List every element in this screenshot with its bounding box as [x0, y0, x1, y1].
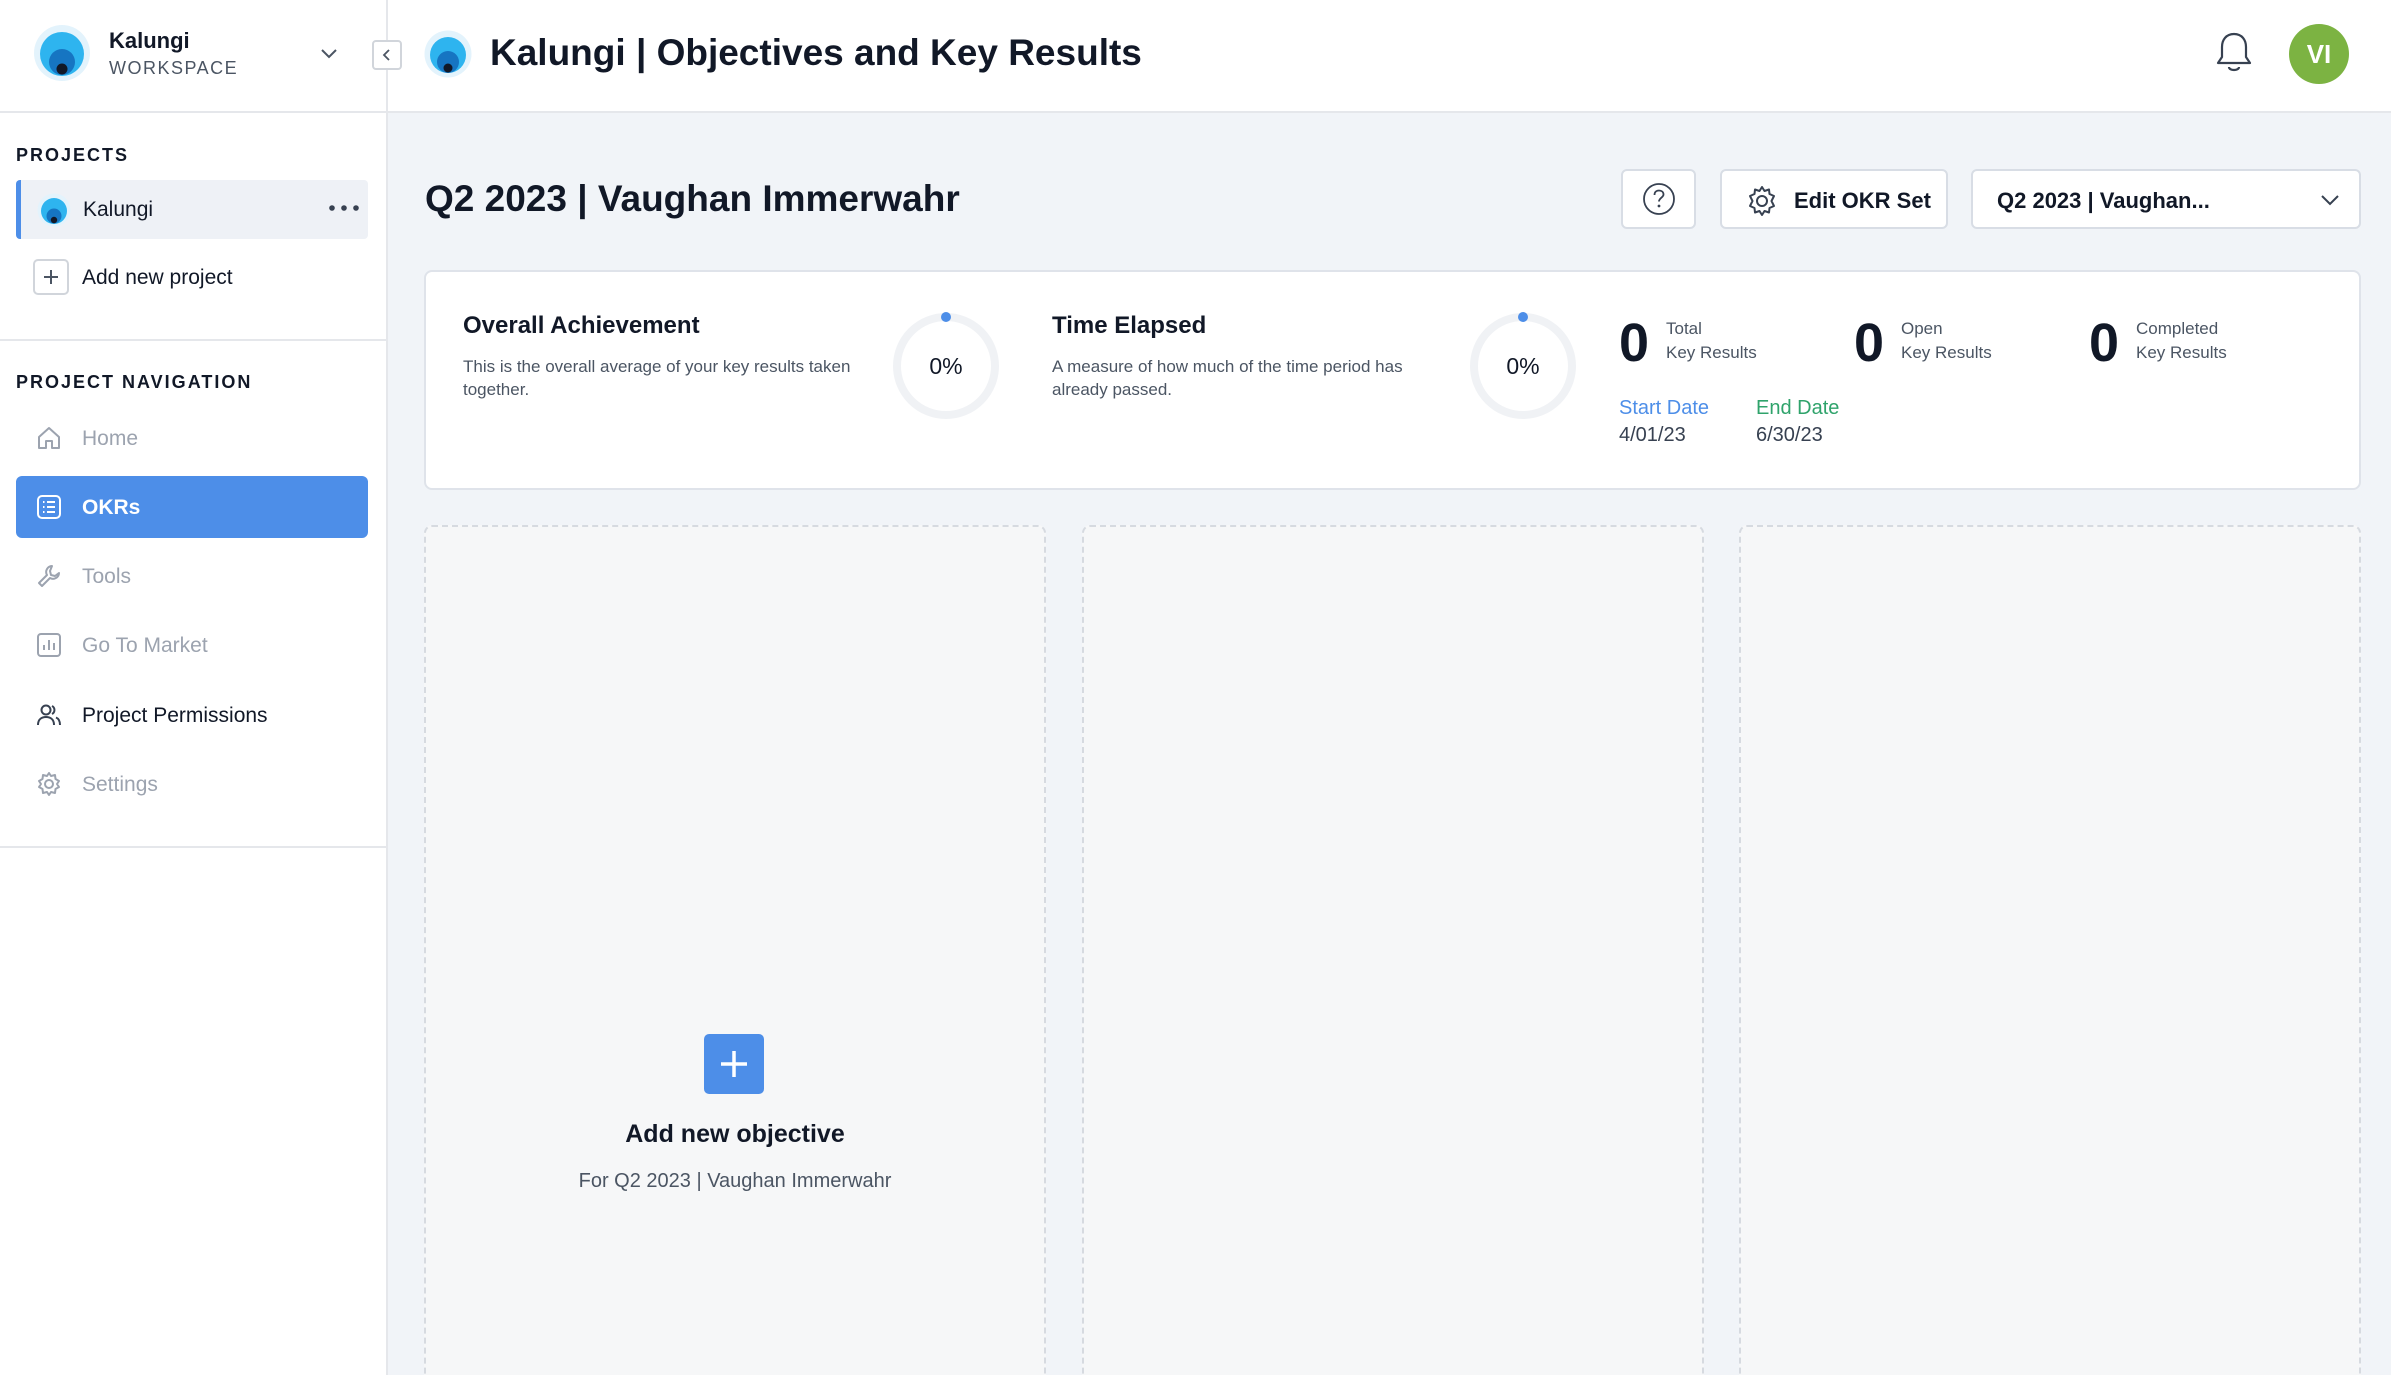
okr-set-heading: Q2 2023 | Vaughan Immerwahr — [425, 178, 960, 219]
nav-label-tools: Tools — [82, 565, 132, 588]
home-icon — [38, 427, 60, 449]
count-label-line2: Key Results — [2136, 343, 2227, 362]
collapse-sidebar-button[interactable] — [372, 40, 402, 70]
time-elapsed-title: Time Elapsed — [1052, 312, 1207, 339]
chevron-down-icon — [2321, 195, 2339, 206]
overall-achievement-desc: This is the overall average of your key … — [463, 357, 851, 399]
nav-label-settings: Settings — [82, 773, 158, 796]
completed-key-results-count: 0 — [2089, 313, 2120, 373]
time-elapsed-value: 0% — [1506, 352, 1540, 379]
sidebar-divider — [0, 339, 386, 341]
end-date-label: End Date — [1756, 397, 1840, 419]
count-label-line1: Total — [1666, 319, 1702, 338]
gear-icon — [1749, 186, 1775, 216]
chevron-left-icon — [382, 49, 390, 61]
bar-chart-icon — [37, 633, 61, 657]
okr-set-select-value: Q2 2023 | Vaughan... — [1997, 188, 2210, 213]
navigation-section-title: PROJECT NAVIGATION — [16, 372, 253, 392]
objective-column-3 — [1739, 525, 2361, 1375]
total-key-results-label: Total Key Results — [1666, 317, 1757, 365]
count-label-line2: Key Results — [1666, 343, 1757, 362]
okr-set-select[interactable]: Q2 2023 | Vaughan... — [1971, 169, 2361, 229]
project-label: Kalungi — [83, 198, 154, 221]
open-key-results-label: Open Key Results — [1901, 317, 1992, 365]
users-icon — [37, 704, 61, 726]
nav-item-tools[interactable]: Tools — [16, 545, 368, 607]
chevron-down-icon — [321, 49, 337, 59]
start-date-value: 4/01/23 — [1619, 424, 1686, 446]
nav-label-project-permissions: Project Permissions — [82, 704, 268, 727]
nav-item-home[interactable]: Home — [16, 407, 368, 469]
edit-okr-set-label: Edit OKR Set — [1794, 188, 1931, 213]
total-key-results-count: 0 — [1619, 313, 1650, 373]
time-elapsed-desc: A measure of how much of the time period… — [1052, 357, 1403, 399]
add-project-label: Add new project — [82, 266, 233, 289]
start-date-label: Start Date — [1619, 397, 1710, 419]
okr-stats-card: Overall Achievement This is the overall … — [424, 270, 2361, 490]
help-circle-icon — [1642, 183, 1675, 215]
plus-icon — [33, 259, 69, 295]
edit-okr-set-button[interactable]: Edit OKR Set — [1720, 169, 1948, 229]
workspace-subtitle: WORKSPACE — [109, 58, 239, 78]
add-objective-title[interactable]: Add new objective — [424, 1120, 1046, 1149]
objective-column-2 — [1082, 525, 1704, 1375]
overall-achievement-value: 0% — [929, 352, 963, 379]
sidebar: Kalungi WORKSPACE PROJECTS Kalungi Add n… — [0, 0, 388, 1375]
workspace-name: Kalungi — [109, 28, 190, 53]
add-new-project-button[interactable]: Add new project — [33, 259, 363, 297]
count-label-line1: Completed — [2136, 319, 2219, 338]
help-button[interactable] — [1621, 169, 1696, 229]
nav-label-go-to-market: Go To Market — [82, 634, 208, 657]
nav-item-project-permissions[interactable]: Project Permissions — [16, 684, 368, 746]
plus-icon — [721, 1051, 747, 1077]
bell-icon[interactable] — [2214, 30, 2254, 76]
workspace-switcher[interactable]: Kalungi WORKSPACE — [0, 0, 386, 113]
objective-column-1[interactable] — [424, 525, 1046, 1375]
project-logo-icon — [424, 30, 472, 78]
sidebar-divider-bottom — [0, 846, 386, 848]
nav-label-okrs: OKRs — [82, 496, 141, 519]
top-bar: Kalungi | Objectives and Key Results VI — [388, 0, 2391, 113]
projects-section-title: PROJECTS — [16, 145, 130, 165]
overall-achievement-title: Overall Achievement — [463, 312, 700, 339]
end-date-value: 6/30/23 — [1756, 424, 1823, 446]
project-logo-icon — [37, 193, 71, 227]
count-label-line1: Open — [1901, 319, 1943, 338]
nav-item-okrs[interactable]: OKRs — [16, 476, 368, 538]
workspace-logo-icon — [34, 25, 90, 81]
page-title: Kalungi | Objectives and Key Results — [490, 32, 1142, 73]
count-label-line2: Key Results — [1901, 343, 1992, 362]
wrench-icon — [38, 565, 60, 587]
nav-label-home: Home — [82, 427, 139, 450]
okr-app: Kalungi WORKSPACE PROJECTS Kalungi Add n… — [0, 0, 2391, 1375]
nav-item-go-to-market[interactable]: Go To Market — [16, 614, 368, 676]
user-avatar[interactable]: VI — [2289, 24, 2349, 84]
more-horizontal-icon[interactable] — [327, 198, 361, 218]
completed-key-results-label: Completed Key Results — [2136, 317, 2227, 365]
gear-icon — [38, 772, 60, 796]
list-icon — [37, 495, 61, 519]
open-key-results-count: 0 — [1854, 313, 1885, 373]
add-objective-button[interactable] — [704, 1034, 764, 1094]
project-item-kalungi[interactable]: Kalungi — [16, 180, 368, 239]
add-objective-subtitle: For Q2 2023 | Vaughan Immerwahr — [578, 1170, 892, 1192]
nav-item-settings[interactable]: Settings — [16, 753, 368, 815]
